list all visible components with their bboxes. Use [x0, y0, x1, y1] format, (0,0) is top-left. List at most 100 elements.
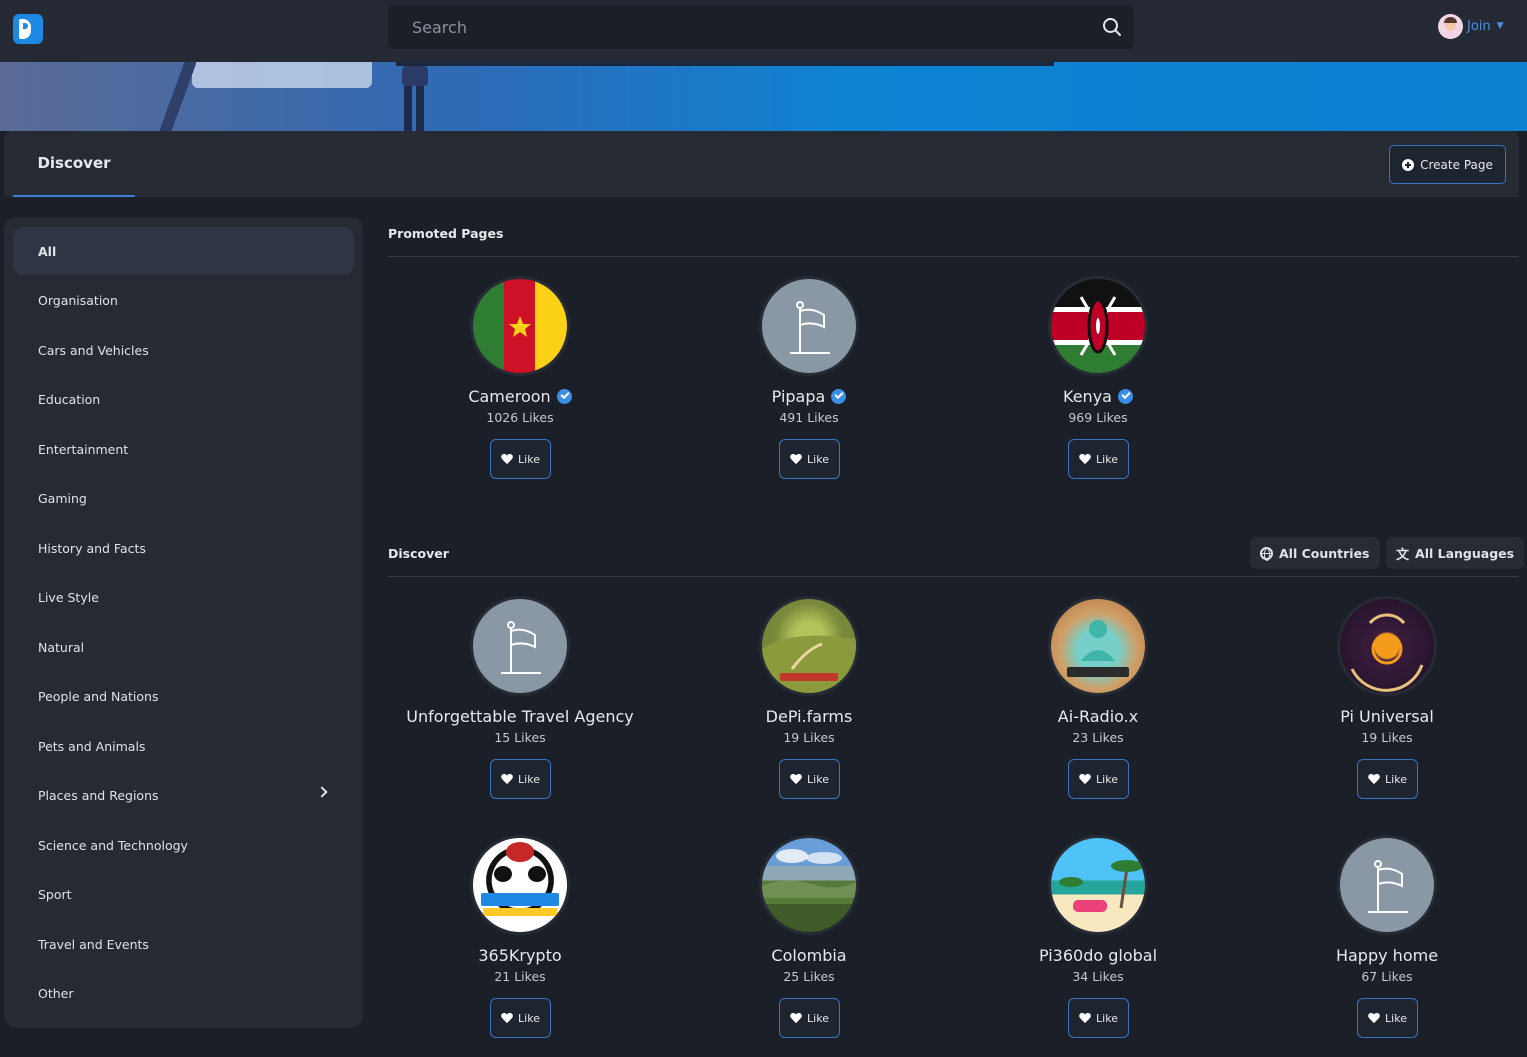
cameroon-flag-image[interactable] [473, 279, 567, 373]
page-likes: 23 Likes [1072, 730, 1124, 745]
colombia-landscape[interactable] [762, 838, 856, 932]
category-sidebar: All Organisation Cars and Vehicles Educa… [4, 217, 363, 1028]
create-page-button[interactable]: Create Page [1389, 145, 1506, 184]
like-button[interactable]: Like [490, 759, 551, 799]
sidebar-item-people-and-nations[interactable]: People and Nations [13, 672, 354, 720]
like-button[interactable]: Like [779, 439, 840, 479]
filter-label: All Countries [1279, 545, 1370, 561]
verified-badge-icon [831, 389, 847, 404]
page-name-row[interactable]: Colombia [665, 946, 953, 965]
page-card: Ai-Radio.x 23 Likes Like [954, 599, 1242, 819]
sidebar-item-sport[interactable]: Sport [13, 870, 354, 918]
like-button[interactable]: Like [1068, 439, 1129, 479]
like-button[interactable]: Like [1357, 998, 1418, 1038]
heart-icon [1368, 774, 1380, 785]
like-label: Like [518, 452, 540, 466]
tab-discover[interactable]: Discover [13, 131, 135, 197]
sidebar-item-label: Natural [38, 639, 85, 655]
sidebar-item-organisation[interactable]: Organisation [13, 276, 354, 324]
page-card: DePi.farms 19 Likes Like [665, 599, 953, 819]
page-card: Colombia 25 Likes Like [665, 838, 953, 1057]
default-flag-icon[interactable] [1340, 838, 1434, 932]
page-name-row[interactable]: Unforgettable Travel Agency [376, 707, 664, 726]
pi360do-beach[interactable] [1051, 838, 1145, 932]
sidebar-item-live-style[interactable]: Live Style [13, 573, 354, 621]
search-input[interactable] [388, 5, 1078, 49]
365krypto-logo[interactable] [473, 838, 567, 932]
heart-icon [790, 454, 802, 465]
like-button[interactable]: Like [490, 998, 551, 1038]
page-name-row[interactable]: Happy home [1243, 946, 1527, 965]
sidebar-item-label: Gaming [38, 490, 87, 506]
page-name-row[interactable]: Pi Universal [1243, 707, 1527, 726]
divider [388, 256, 1518, 257]
sidebar-item-science-and-technology[interactable]: Science and Technology [13, 821, 354, 869]
heart-icon [790, 1013, 802, 1024]
filter-label: All Languages [1415, 545, 1515, 561]
page-likes: 1026 Likes [486, 410, 554, 425]
sidebar-item-label: Pets and Animals [38, 738, 146, 754]
depi-farms-logo[interactable] [762, 599, 856, 693]
page-name-row[interactable]: Pipapa [665, 387, 953, 406]
like-label: Like [807, 452, 829, 466]
ai-radio-logo[interactable] [1051, 599, 1145, 693]
all-countries-filter[interactable]: All Countries [1250, 537, 1380, 569]
sidebar-item-label: Organisation [38, 292, 118, 308]
page-name-row[interactable]: 365Krypto [376, 946, 664, 965]
sidebar-item-cars-and-vehicles[interactable]: Cars and Vehicles [13, 326, 354, 374]
page-card: Happy home 67 Likes Like [1243, 838, 1527, 1057]
page-name-row[interactable]: DePi.farms [665, 707, 953, 726]
pi-universal-logo[interactable] [1340, 599, 1434, 693]
page-name-row[interactable]: Pi360do global [954, 946, 1242, 965]
sidebar-item-label: People and Nations [38, 688, 159, 704]
page-name: Happy home [1335, 946, 1439, 965]
sidebar-item-entertainment[interactable]: Entertainment [13, 425, 354, 473]
page-name-row[interactable]: Kenya [954, 387, 1242, 406]
sidebar-item-label: History and Facts [38, 540, 146, 556]
logo-icon[interactable] [13, 14, 43, 44]
page-card: 365Krypto 21 Likes Like [376, 838, 664, 1057]
like-button[interactable]: Like [779, 998, 840, 1038]
page-likes: 25 Likes [783, 969, 835, 984]
like-button[interactable]: Like [1068, 759, 1129, 799]
default-flag-icon[interactable] [473, 599, 567, 693]
page-name-row[interactable]: Ai-Radio.x [954, 707, 1242, 726]
page-name: 365Krypto [478, 946, 562, 965]
sidebar-item-gaming[interactable]: Gaming [13, 474, 354, 522]
like-label: Like [1096, 772, 1118, 786]
sidebar-item-all[interactable]: All [13, 227, 354, 275]
heart-icon [1079, 774, 1091, 785]
like-button[interactable]: Like [1357, 759, 1418, 799]
search-icon[interactable] [1102, 17, 1122, 37]
page-card: Cameroon 1026 Likes Like [376, 279, 664, 499]
sidebar-item-pets-and-animals[interactable]: Pets and Animals [13, 722, 354, 770]
like-label: Like [1385, 772, 1407, 786]
all-languages-filter[interactable]: 文 All Languages [1386, 537, 1525, 569]
sidebar-item-label: Sport [38, 886, 72, 902]
like-button[interactable]: Like [1068, 998, 1129, 1038]
page-likes: 491 Likes [779, 410, 839, 425]
user-menu[interactable]: Join ▼ [1438, 13, 1504, 39]
page-likes: 21 Likes [494, 969, 546, 984]
sidebar-item-other[interactable]: Other [13, 969, 354, 1017]
sidebar-item-label: Other [38, 985, 74, 1001]
page-card: Pi360do global 34 Likes Like [954, 838, 1242, 1057]
page-name-row[interactable]: Cameroon [376, 387, 664, 406]
kenya-flag-image[interactable] [1051, 279, 1145, 373]
discover-section-title: Discover [388, 546, 449, 561]
like-button[interactable]: Like [779, 759, 840, 799]
page-name: Unforgettable Travel Agency [406, 707, 634, 726]
like-label: Like [807, 1011, 829, 1025]
sidebar-item-natural[interactable]: Natural [13, 623, 354, 671]
cover-decoration [192, 62, 372, 88]
sidebar-item-places-and-regions[interactable]: Places and Regions [13, 771, 354, 819]
sidebar-item-travel-and-events[interactable]: Travel and Events [13, 920, 354, 968]
heart-icon [790, 774, 802, 785]
sidebar-item-label: Entertainment [38, 441, 129, 457]
sidebar-item-education[interactable]: Education [13, 375, 354, 423]
sidebar-item-history-and-facts[interactable]: History and Facts [13, 524, 354, 572]
sidebar-item-label: Places and Regions [38, 787, 159, 803]
like-button[interactable]: Like [490, 439, 551, 479]
avatar [1438, 13, 1463, 39]
default-flag-icon[interactable] [762, 279, 856, 373]
